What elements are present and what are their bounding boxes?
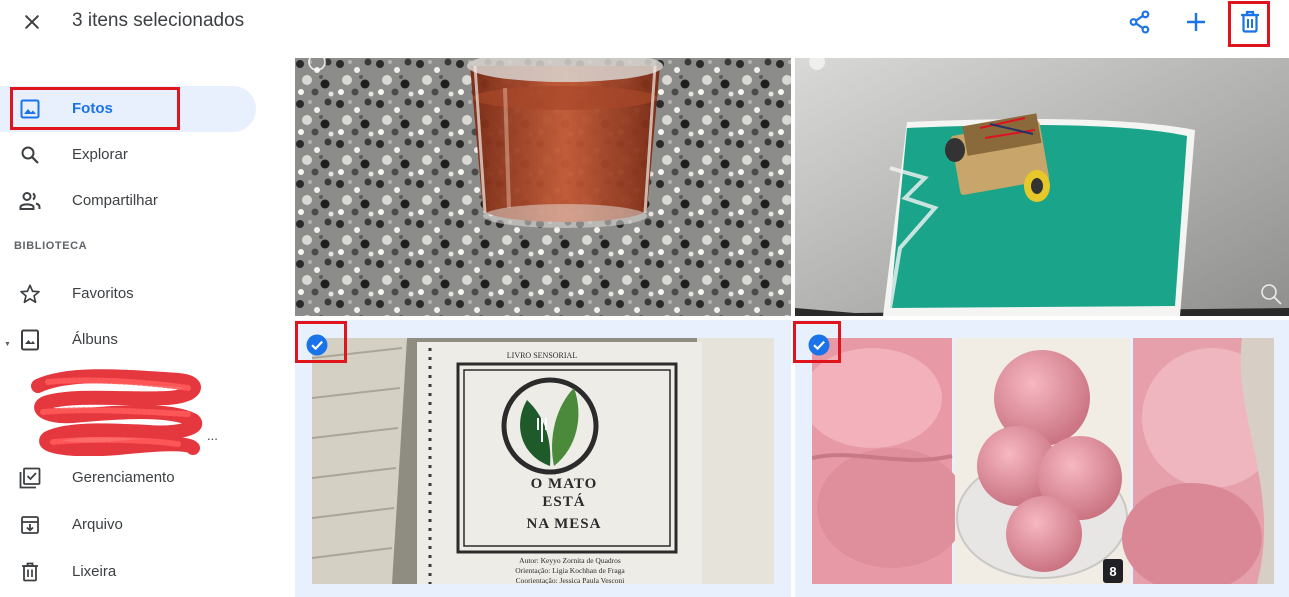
book-credit1: Autor: Keyyo Zornita de Quadros — [519, 556, 621, 565]
add-to-button[interactable] — [1180, 6, 1212, 38]
share-icon — [1129, 10, 1150, 34]
close-selection-button[interactable] — [18, 8, 46, 36]
trash-icon — [1241, 10, 1259, 33]
selected-check-icon[interactable] — [306, 334, 328, 356]
top-bar: 3 itens selecionados — [0, 0, 1289, 47]
sidebar-item-arquivo[interactable]: Arquivo — [0, 502, 256, 548]
share-button[interactable] — [1124, 6, 1156, 38]
archive-icon — [18, 513, 42, 537]
sidebar-item-label: Gerenciamento — [72, 469, 175, 486]
sidebar-item-label: Compartilhar — [72, 192, 158, 209]
checklist-icon — [18, 466, 42, 490]
section-label-biblioteca: BIBLIOTECA — [14, 240, 88, 252]
sidebar-item-compartilhar[interactable]: Compartilhar — [0, 178, 256, 224]
book-credit2: Orientação: Ligia Kochhan de Fraga — [515, 566, 625, 575]
sidebar-item-lixeira[interactable]: Lixeira — [0, 549, 256, 595]
expand-albums-icon[interactable]: ▼ — [4, 341, 11, 348]
photo-tile-book[interactable]: LIVRO SENSORIAL O MATO ESTÁ NA MESA Auto… — [295, 320, 791, 597]
more-albums-ellipsis: ... — [207, 428, 218, 443]
people-icon — [18, 189, 42, 213]
redacted-scribble — [31, 369, 203, 456]
sidebar-item-gerenciamento[interactable]: Gerenciamento — [0, 455, 256, 501]
selection-count: 3 itens selecionados — [72, 10, 245, 31]
book-header: LIVRO SENSORIAL — [507, 351, 578, 360]
selected-check-icon[interactable] — [808, 334, 830, 356]
book-credit3: Coorientação: Jessica Paula Vesconi — [516, 576, 625, 584]
stack-count-badge: 8 — [1103, 559, 1123, 583]
close-icon — [25, 15, 39, 29]
sidebar-item-explorar[interactable]: Explorar — [0, 132, 256, 178]
photo-book-image: LIVRO SENSORIAL O MATO ESTÁ NA MESA Auto… — [312, 338, 774, 584]
album-icon — [18, 328, 42, 352]
sidebar-item-label: Arquivo — [72, 516, 123, 533]
sidebar-item-label: Favoritos — [72, 285, 134, 302]
book-title-line3: NA MESA — [527, 516, 602, 532]
photo-tile-cup[interactable] — [295, 58, 791, 316]
plus-icon — [1187, 13, 1205, 31]
delete-button[interactable] — [1234, 6, 1266, 38]
book-title-line2: ESTÁ — [542, 493, 585, 510]
photo-tile-pink-dough[interactable]: 8 — [795, 320, 1289, 597]
search-icon — [18, 143, 42, 167]
sidebar-item-favoritos[interactable]: Favoritos — [0, 271, 256, 317]
sidebar-item-fotos[interactable]: Fotos — [0, 86, 256, 132]
star-icon — [18, 282, 42, 306]
sidebar-item-label: Explorar — [72, 146, 128, 163]
photo-icon — [18, 97, 42, 121]
sidebar-item-label: Fotos — [72, 100, 113, 117]
book-title-line1: O MATO — [531, 476, 598, 492]
sidebar-item-albuns[interactable]: Álbuns — [0, 317, 256, 363]
sidebar-item-label: Álbuns — [72, 331, 118, 348]
sidebar: Fotos Explorar Compartilhar BIBLIOTECA F… — [0, 58, 290, 597]
photo-tile-robot[interactable] — [795, 58, 1289, 316]
photo-pink-dough-image — [812, 338, 1274, 584]
trash-icon — [18, 560, 42, 584]
sidebar-item-label: Lixeira — [72, 563, 117, 580]
photo-robot-image — [795, 58, 1289, 316]
photo-cup-image — [295, 58, 791, 316]
